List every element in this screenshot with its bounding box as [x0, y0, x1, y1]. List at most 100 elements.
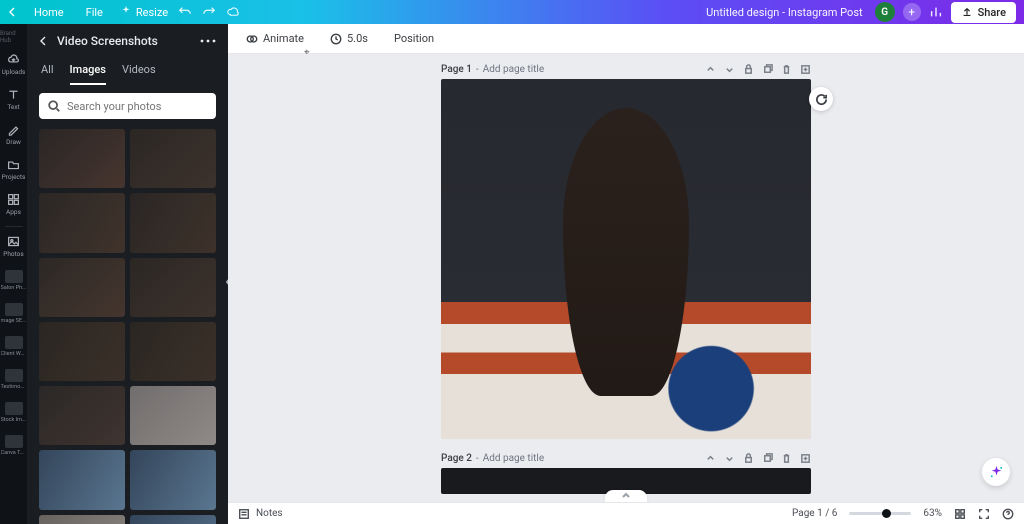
- upload-thumb[interactable]: [39, 450, 125, 509]
- rail-folder[interactable]: mage SEO...: [0, 298, 27, 331]
- folder-label: Salon Pho...: [1, 285, 27, 291]
- help-icon[interactable]: [1002, 508, 1014, 520]
- folder-label: Client Work: [1, 351, 27, 357]
- lock-icon[interactable]: [743, 453, 754, 464]
- page-title-input[interactable]: Add page title: [483, 453, 544, 464]
- zoom-slider[interactable]: [849, 512, 911, 515]
- insights-icon[interactable]: [929, 5, 943, 19]
- rail-text[interactable]: Text: [0, 83, 27, 118]
- tab-images[interactable]: Images: [70, 58, 106, 85]
- position-button[interactable]: Position: [388, 28, 440, 49]
- rail-label: Projects: [2, 173, 26, 181]
- duplicate-icon[interactable]: [762, 64, 773, 75]
- avatar[interactable]: G: [875, 2, 895, 22]
- text-icon: [7, 88, 20, 101]
- photos-icon: [7, 235, 20, 248]
- delete-icon[interactable]: [781, 453, 792, 464]
- notes-button[interactable]: Notes: [238, 508, 283, 520]
- rail-photos[interactable]: Photos: [0, 230, 27, 265]
- folder-label: Testimoni...: [1, 384, 27, 390]
- share-button[interactable]: Share: [951, 2, 1016, 23]
- page-dash: -: [476, 453, 479, 464]
- back-chevron-icon[interactable]: [8, 7, 18, 17]
- page-indicator[interactable]: Page 1 / 6: [792, 508, 837, 519]
- upload-thumb[interactable]: [130, 129, 216, 188]
- folder-label: mage SEO...: [1, 318, 27, 324]
- tab-all[interactable]: All: [41, 58, 54, 85]
- upload-thumb[interactable]: [39, 386, 125, 445]
- rail-folder[interactable]: Stock Ima...: [0, 397, 27, 430]
- folder-label: Canva Te...: [1, 450, 27, 456]
- search-icon: [47, 99, 61, 113]
- folder-thumb: [5, 435, 23, 448]
- animate-button[interactable]: Animate: [240, 28, 310, 49]
- upload-icon: [961, 6, 973, 18]
- uploads-grid: [27, 129, 228, 524]
- rail-uploads[interactable]: Uploads: [0, 48, 27, 83]
- resize-menu[interactable]: Resize: [119, 5, 168, 19]
- page-dash: -: [476, 64, 479, 75]
- rail-folder[interactable]: Testimoni...: [0, 364, 27, 397]
- upload-thumb[interactable]: [39, 258, 125, 317]
- add-page-icon[interactable]: [800, 64, 811, 75]
- page-number: Page 1: [441, 64, 472, 75]
- more-icon[interactable]: [200, 39, 216, 43]
- upload-thumb[interactable]: [130, 193, 216, 252]
- rail-apps[interactable]: Apps: [0, 188, 27, 223]
- page-1-wrap: Page 1 - Add page title: [441, 60, 811, 439]
- page-header: Page 1 - Add page title: [441, 60, 811, 79]
- rail-projects[interactable]: Projects: [0, 153, 27, 188]
- file-menu[interactable]: File: [80, 3, 109, 22]
- upload-thumb[interactable]: [130, 386, 216, 445]
- folder-thumb: [5, 369, 23, 382]
- upload-thumb[interactable]: [39, 193, 125, 252]
- search-input[interactable]: [39, 93, 216, 119]
- zoom-slider-thumb[interactable]: [882, 509, 891, 518]
- rail-label: Uploads: [2, 68, 26, 76]
- upload-thumb[interactable]: [130, 322, 216, 381]
- rail-folder[interactable]: Client Work: [0, 331, 27, 364]
- zoom-value[interactable]: 63%: [923, 508, 942, 519]
- uploads-side-panel: Video Screenshots All Images Videos: [27, 24, 228, 524]
- grid-view-icon[interactable]: [954, 508, 966, 520]
- cloud-sync-icon[interactable]: [226, 5, 240, 19]
- magic-assist-fab[interactable]: [982, 458, 1010, 486]
- page-title-input[interactable]: Add page title: [483, 64, 544, 75]
- upload-thumb[interactable]: [130, 258, 216, 317]
- fullscreen-icon[interactable]: [978, 508, 990, 520]
- share-label: Share: [978, 6, 1006, 19]
- uploads-icon: [7, 53, 20, 66]
- add-member-button[interactable]: +: [903, 3, 921, 21]
- upload-thumb[interactable]: [130, 515, 216, 524]
- upload-thumb[interactable]: [39, 129, 125, 188]
- sidepanel-back[interactable]: Video Screenshots: [39, 34, 158, 48]
- draw-icon: [7, 123, 20, 136]
- move-up-icon[interactable]: [705, 64, 716, 75]
- canvas-area[interactable]: Page 1 - Add page title Page 2 - Add pag…: [228, 54, 1024, 502]
- upload-thumb[interactable]: [39, 322, 125, 381]
- add-page-pill[interactable]: [605, 490, 647, 502]
- rail-folder[interactable]: Canva Te...: [0, 430, 27, 463]
- bottom-status-bar: Notes Page 1 / 6 63%: [228, 502, 1024, 524]
- upload-thumb[interactable]: [130, 450, 216, 509]
- undo-icon[interactable]: [178, 5, 192, 19]
- lock-icon[interactable]: [743, 64, 754, 75]
- duplicate-icon[interactable]: [762, 453, 773, 464]
- upload-thumb[interactable]: [39, 515, 125, 524]
- move-up-icon[interactable]: [705, 453, 716, 464]
- tab-videos[interactable]: Videos: [122, 58, 156, 85]
- page-1-canvas[interactable]: [441, 79, 811, 439]
- rail-folder[interactable]: Salon Pho...: [0, 265, 27, 298]
- rail-draw[interactable]: Draw: [0, 118, 27, 153]
- rail-divider: [5, 226, 23, 227]
- move-down-icon[interactable]: [724, 64, 735, 75]
- delete-icon[interactable]: [781, 64, 792, 75]
- regenerate-fab[interactable]: [809, 87, 833, 111]
- duration-button[interactable]: 5.0s: [324, 28, 374, 49]
- redo-icon[interactable]: [202, 5, 216, 19]
- folder-thumb: [5, 270, 23, 283]
- home-link[interactable]: Home: [28, 3, 70, 22]
- design-title[interactable]: Untitled design - Instagram Post: [240, 6, 875, 19]
- add-page-icon[interactable]: [800, 453, 811, 464]
- move-down-icon[interactable]: [724, 453, 735, 464]
